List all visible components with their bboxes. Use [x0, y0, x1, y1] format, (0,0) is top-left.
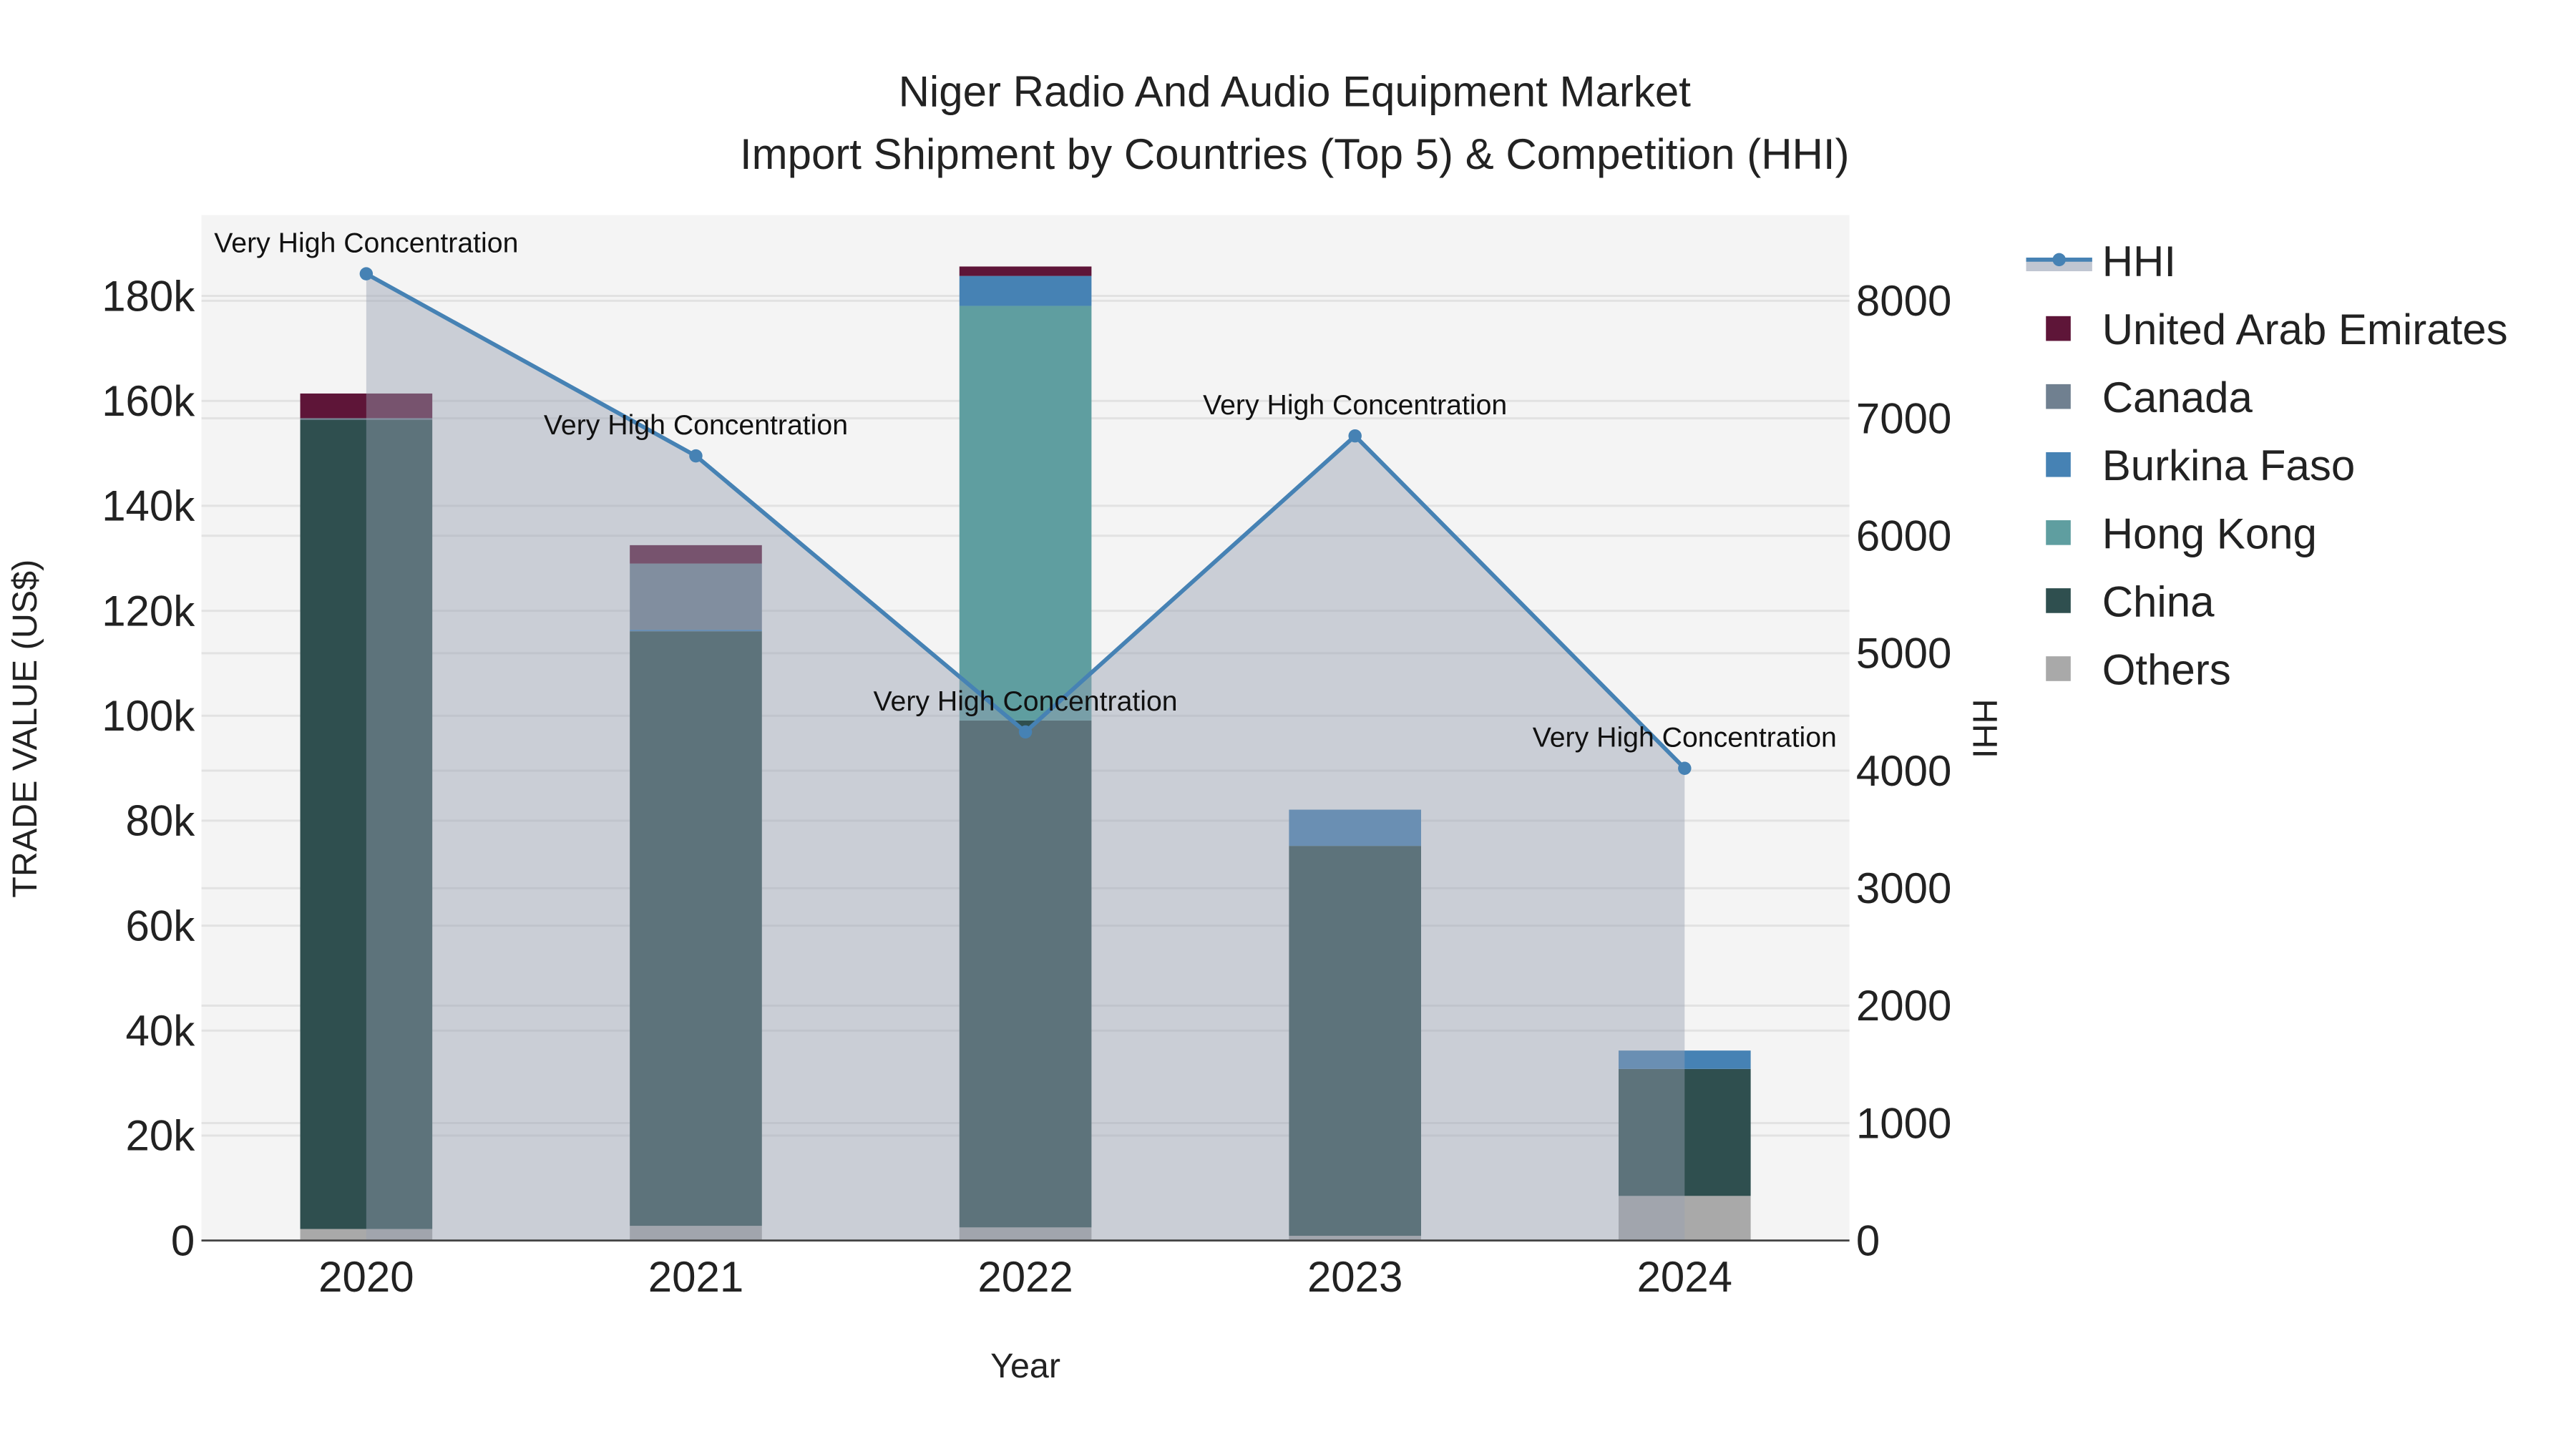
y2-tick-label: 2000	[1856, 982, 1951, 1030]
hhi-point	[1348, 429, 1362, 443]
x-tick-label: 2023	[1307, 1253, 1402, 1301]
legend-label: Canada	[2102, 374, 2253, 421]
y2-tick-label: 3000	[1856, 864, 1951, 912]
legend-item-hong-kong: Hong Kong	[2046, 509, 2317, 557]
x-axis-ticks: 2020 2021 2022 2023 2024	[318, 1253, 1732, 1301]
y-tick-label: 60k	[126, 902, 196, 950]
x-tick-label: 2021	[648, 1253, 743, 1301]
legend-swatch	[2046, 316, 2071, 341]
legend-swatch	[2046, 452, 2071, 477]
hhi-point	[689, 449, 703, 463]
y-tick-label: 40k	[126, 1007, 196, 1055]
y-tick-label: 160k	[102, 377, 195, 425]
x-tick-label: 2022	[977, 1253, 1073, 1301]
legend-item-united-arab-emirates: United Arab Emirates	[2046, 306, 2508, 353]
y2-axis-label: HHI	[1966, 699, 2004, 758]
bar-segment-hong-kong	[959, 306, 1092, 721]
legend-label: HHI	[2102, 238, 2176, 286]
x-axis-label: Year	[990, 1347, 1060, 1385]
x-tick-label: 2024	[1637, 1253, 1732, 1301]
legend-item-canada: Canada	[2046, 374, 2253, 421]
hhi-annotation: Very High Concentration	[1203, 389, 1507, 421]
legend-label: United Arab Emirates	[2102, 306, 2508, 353]
legend-swatch	[2046, 588, 2071, 613]
y2-tick-label: 1000	[1856, 1099, 1951, 1147]
legend-label: China	[2102, 577, 2215, 625]
y-axis-label: TRADE VALUE (US$)	[6, 560, 44, 898]
legend-swatch	[2046, 520, 2071, 545]
y2-tick-label: 6000	[1856, 512, 1951, 560]
y2-tick-label: 0	[1856, 1216, 1880, 1264]
y-tick-label: 20k	[126, 1112, 196, 1160]
legend-item-others: Others	[2046, 645, 2231, 693]
y-tick-label: 100k	[102, 692, 195, 740]
legend-swatch	[2046, 384, 2071, 409]
legend-hhi-marker	[2052, 253, 2066, 267]
hhi-annotation: Very High Concentration	[1533, 722, 1837, 753]
y-tick-label: 140k	[102, 482, 195, 530]
hhi-point	[359, 267, 374, 280]
legend-item-hhi: HHI	[2026, 238, 2176, 286]
y2-axis-ticks: 0 1000 2000 3000 4000 5000 6000 7000 8000	[1856, 277, 1951, 1264]
legend-label: Burkina Faso	[2102, 441, 2356, 489]
bar-segment-burkina-faso	[959, 275, 1092, 306]
hhi-annotation: Very High Concentration	[214, 228, 518, 259]
y2-tick-label: 4000	[1856, 747, 1951, 795]
legend-item-china: China	[2046, 577, 2215, 625]
chart-title-line1: Niger Radio And Audio Equipment Market	[899, 67, 1692, 115]
bar-segment-united-arab-emirates	[959, 266, 1092, 276]
legend-swatch	[2046, 656, 2071, 681]
y-tick-label: 80k	[126, 797, 196, 845]
y-tick-label: 120k	[102, 587, 195, 635]
chart: Very High Concentration Very High Concent…	[6, 67, 2508, 1385]
hhi-point	[1678, 761, 1692, 775]
legend-item-burkina-faso: Burkina Faso	[2046, 441, 2355, 489]
legend-label: Hong Kong	[2102, 509, 2317, 557]
y2-tick-label: 8000	[1856, 277, 1951, 325]
legend-label: Others	[2102, 645, 2231, 693]
y-axis-ticks: 0 20k 40k 60k 80k 100k 120k 140k 160k 180k	[102, 272, 195, 1264]
hhi-annotation: Very High Concentration	[544, 409, 848, 441]
hhi-point	[1018, 725, 1033, 739]
y2-tick-label: 7000	[1856, 394, 1951, 442]
y-tick-label: 0	[171, 1216, 195, 1264]
hhi-annotation: Very High Concentration	[874, 686, 1178, 717]
legend: HHI United Arab Emirates Canada Burkina Fas…	[2026, 238, 2508, 693]
y2-tick-label: 5000	[1856, 630, 1951, 678]
x-tick-label: 2020	[318, 1253, 414, 1301]
y-tick-label: 180k	[102, 272, 195, 320]
chart-title-line2: Import Shipment by Countries (Top 5) & C…	[740, 130, 1850, 178]
